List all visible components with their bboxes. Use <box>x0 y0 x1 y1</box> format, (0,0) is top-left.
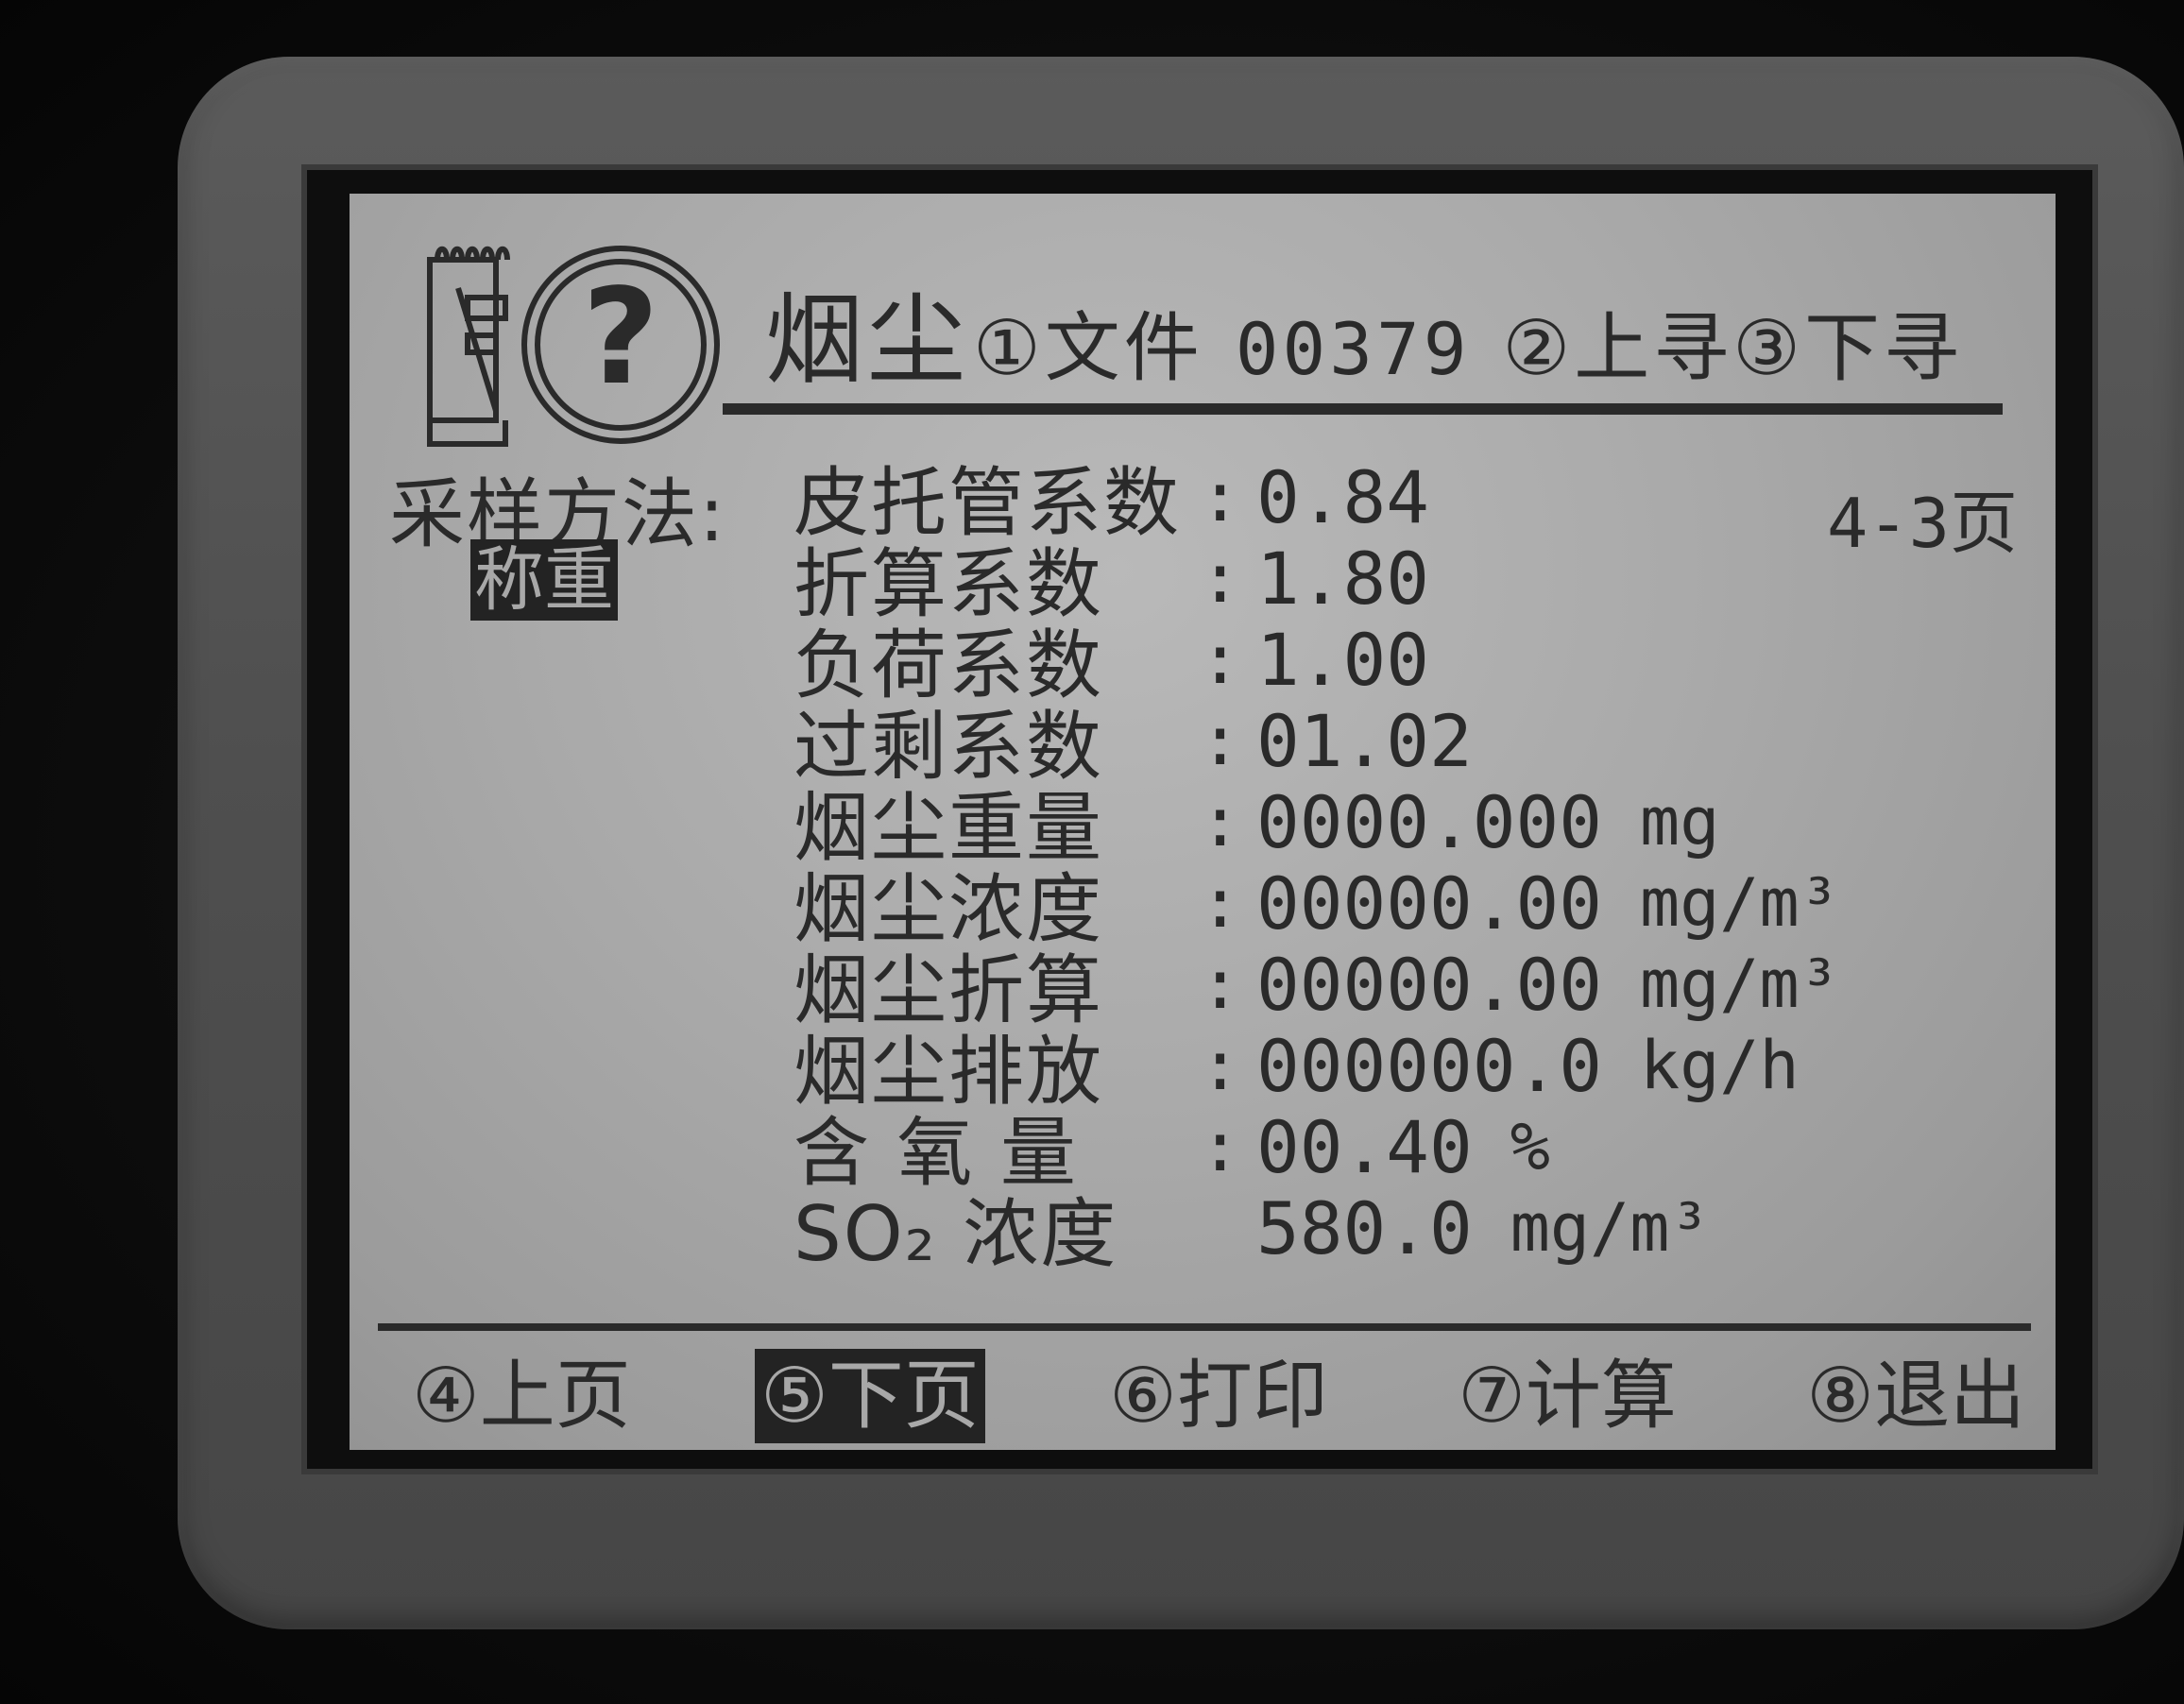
param-unit: % <box>1510 1108 1550 1185</box>
param-unit: kg/h <box>1640 1027 1800 1104</box>
colon: : <box>1200 945 1241 1024</box>
param-value[interactable]: 580.0 <box>1256 1186 1473 1270</box>
parameter-list: 皮托管系数 : 0.84 折算系数 : 1.80 负荷系数 : 1.00 过剩系… <box>793 455 1839 1279</box>
colon: : <box>1200 1026 1241 1105</box>
softkey-bar: ④上页 ⑤下页 ⑥打印 ⑦计算 ⑧退出 <box>406 1344 2031 1448</box>
page-title: 烟尘 <box>765 282 970 398</box>
colon: : <box>1200 1107 1241 1186</box>
param-value[interactable]: 0.84 <box>1256 455 1429 539</box>
lcd-screen: ? 烟尘 ①文件 00379 ②上寻 ③下寻 采样方法: 称重 4-3页 皮托管… <box>350 194 2056 1450</box>
footer-divider <box>378 1323 2031 1331</box>
prev-search-button[interactable]: ②上寻 <box>1503 287 1733 397</box>
param-row-so2: SO₂ 浓度 580.0 mg/m³ <box>793 1186 1839 1279</box>
colon: : <box>1200 538 1241 618</box>
print-button[interactable]: ⑥打印 <box>1103 1349 1334 1443</box>
sampling-method-value[interactable]: 称重 <box>470 539 618 621</box>
param-value: 000000.0 <box>1256 1023 1603 1108</box>
svg-text:?: ? <box>582 261 658 415</box>
param-value[interactable]: 1.00 <box>1256 618 1429 702</box>
header-bar: 烟尘 ①文件 00379 ②上寻 ③下寻 <box>765 260 1963 398</box>
next-page-button[interactable]: ⑤下页 <box>755 1349 985 1443</box>
param-unit: mg/m³ <box>1640 946 1839 1023</box>
param-unit: mg/m³ <box>1640 864 1839 942</box>
calculate-button[interactable]: ⑦计算 <box>1452 1349 1682 1443</box>
next-search-button[interactable]: ③下寻 <box>1732 287 1963 397</box>
colon: : <box>1200 457 1241 537</box>
file-button[interactable]: ①文件 <box>973 287 1203 397</box>
param-unit: mg <box>1640 783 1720 861</box>
param-value[interactable]: 01.02 <box>1256 699 1473 783</box>
file-number: 00379 <box>1235 307 1471 391</box>
exit-button[interactable]: ⑧退出 <box>1800 1349 2031 1443</box>
colon: : <box>1200 620 1241 699</box>
param-value: 00000.00 <box>1256 861 1603 946</box>
colon: : <box>1200 863 1241 943</box>
prev-page-button[interactable]: ④上页 <box>406 1349 637 1443</box>
param-unit: mg/m³ <box>1510 1189 1710 1267</box>
colon: : <box>1200 701 1241 780</box>
colon: : <box>1200 782 1241 861</box>
param-value[interactable]: 0000.000 <box>1256 780 1602 864</box>
page-indicator: 4-3页 <box>1826 484 2018 563</box>
param-value[interactable]: 00.40 <box>1256 1105 1473 1189</box>
param-label: SO₂ 浓度 <box>793 1190 1118 1278</box>
header-divider <box>723 403 2003 415</box>
help-notepad-icon[interactable]: ? <box>420 231 723 458</box>
param-value[interactable]: 1.80 <box>1256 537 1429 621</box>
param-value: 00000.00 <box>1256 942 1603 1027</box>
